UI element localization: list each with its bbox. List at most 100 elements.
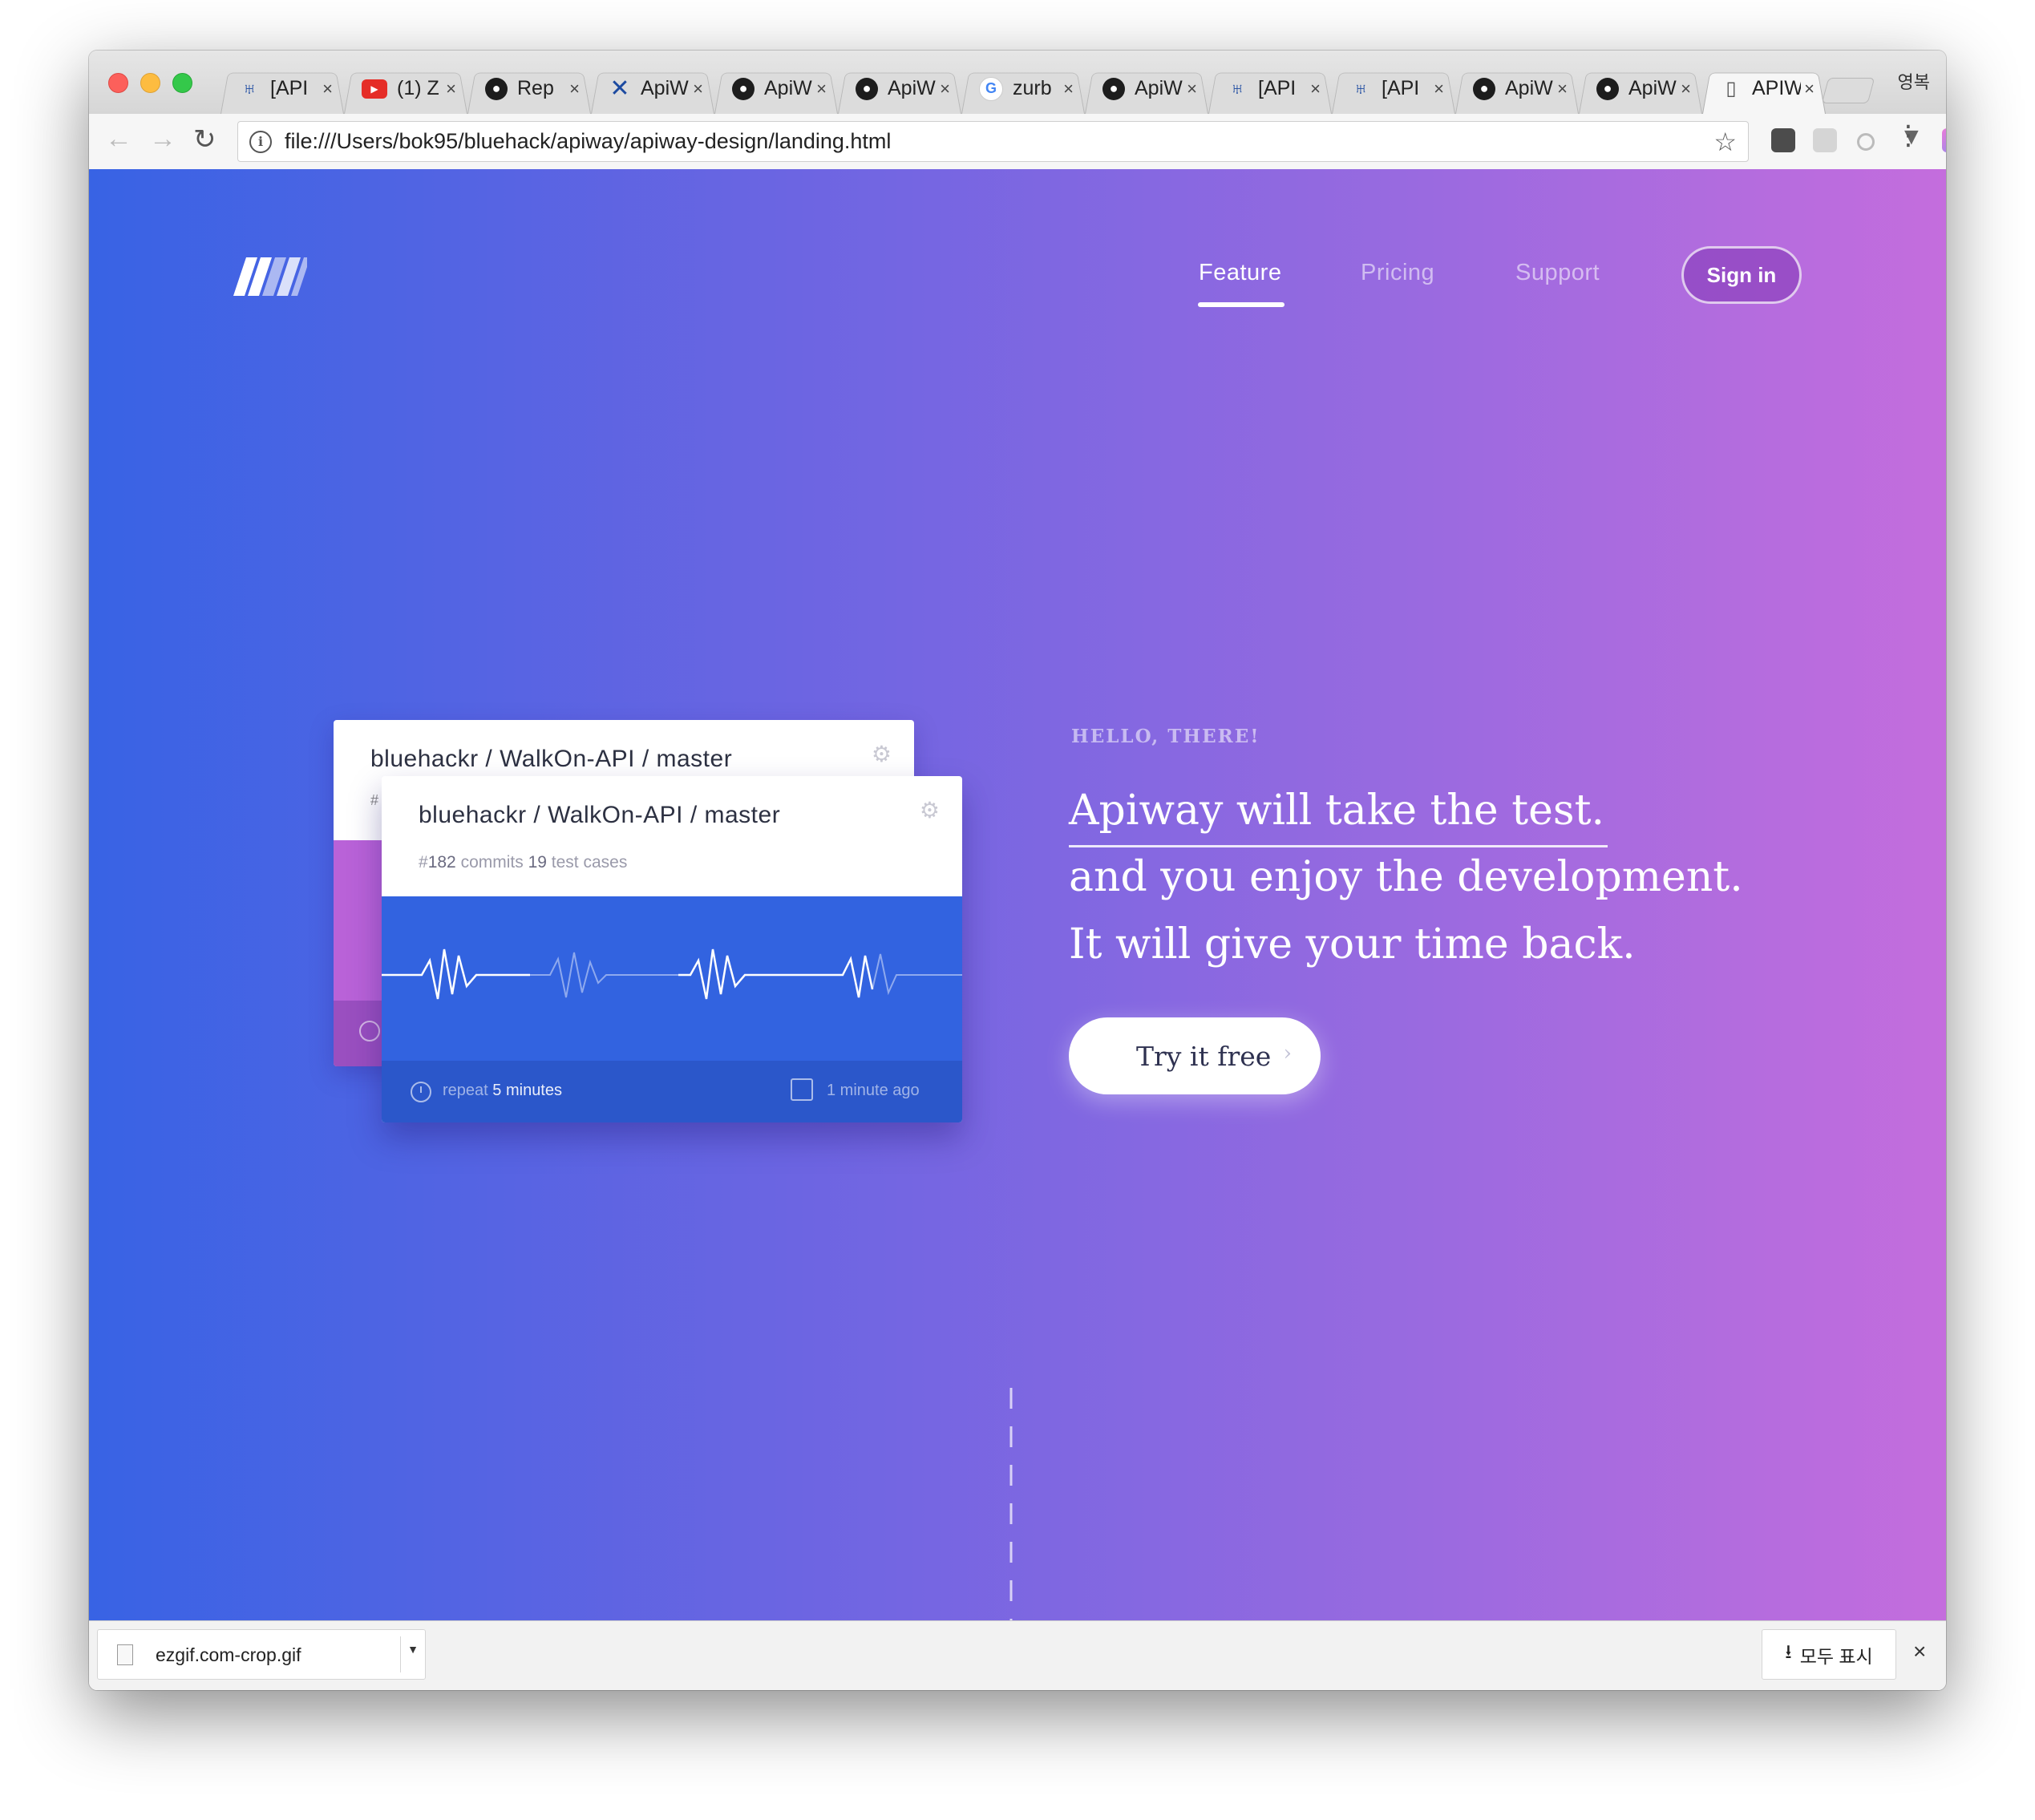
download-bar: ezgif.com-crop.gif ▼ ⭳ 모두 표시 ×	[89, 1620, 1946, 1690]
more-menu-icon[interactable]: ⋮	[1895, 122, 1922, 149]
sign-in-button[interactable]: Sign in	[1681, 246, 1802, 304]
browser-toolbar: ← → ↻ i file:///Users/bok95/bluehack/api…	[89, 114, 1946, 170]
browser-tab[interactable]: ● ApiW ×	[714, 63, 838, 114]
hero-headline-line-2: and you enjoy the development.	[1069, 853, 1743, 901]
jira-icon: ♅	[241, 76, 257, 100]
tab-close-icon[interactable]: ×	[940, 79, 950, 99]
github-icon: ●	[1473, 77, 1495, 100]
reload-icon[interactable]: ↻	[193, 123, 216, 156]
card-title: bluehackr / WalkOn-API / master	[419, 802, 781, 828]
download-item[interactable]: ezgif.com-crop.gif ▼	[97, 1629, 426, 1680]
active-nav-indicator	[1198, 302, 1285, 307]
tab-close-icon[interactable]: ×	[1804, 79, 1815, 99]
scroll-indicator	[1009, 1388, 1013, 1620]
close-download-bar-icon[interactable]: ×	[1913, 1639, 1926, 1664]
tab-title: [API	[270, 77, 309, 99]
tab-close-icon[interactable]: ×	[446, 79, 456, 99]
browser-tab[interactable]: ● ApiW ×	[838, 63, 961, 114]
profile-button[interactable]: 영복	[1898, 68, 1930, 94]
new-tab-button[interactable]	[1821, 78, 1875, 103]
nav-feature[interactable]: Feature	[1199, 260, 1281, 286]
tab-title: [API	[1382, 77, 1420, 99]
hero-eyebrow: HELLO, THERE!	[1071, 726, 1260, 747]
headline-underline	[1069, 845, 1608, 847]
test-card-front[interactable]: bluehackr / WalkOn-API / master ⚙ #182 c…	[382, 776, 962, 1122]
info-icon[interactable]: i	[249, 130, 272, 153]
nav-pricing[interactable]: Pricing	[1361, 260, 1434, 286]
try-it-free-button[interactable]: Try it free ›	[1069, 1017, 1321, 1094]
url-text[interactable]: file:///Users/bok95/bluehack/apiway/apiw…	[285, 129, 891, 154]
browser-tab[interactable]: ▶ (1) Z ×	[344, 63, 467, 114]
tab-close-icon[interactable]: ×	[1557, 79, 1568, 99]
cta-label: Try it free	[1136, 1040, 1272, 1072]
show-all-downloads-button[interactable]: ⭳ 모두 표시	[1762, 1629, 1896, 1680]
apiway-logo[interactable]	[233, 257, 307, 296]
hero-headline-line-3: It will give your time back.	[1069, 920, 1636, 969]
tab-title: ApiW	[888, 77, 936, 99]
card-title: bluehackr / WalkOn-API / master	[370, 746, 733, 772]
commit-count: 182	[427, 853, 456, 872]
close-window-button[interactable]	[108, 73, 128, 93]
extension-icon[interactable]	[1813, 128, 1837, 152]
tab-title: ApiW	[1135, 77, 1183, 99]
tab-close-icon[interactable]: ×	[1310, 79, 1321, 99]
minimize-window-button[interactable]	[140, 73, 160, 93]
github-icon: ●	[485, 77, 508, 100]
caret-down-icon[interactable]: ▼	[407, 1643, 419, 1656]
bookmark-star-icon[interactable]: ☆	[1713, 127, 1737, 157]
download-icon: ⭳	[1785, 1641, 1792, 1663]
gear-icon[interactable]: ⚙	[872, 741, 892, 767]
jira-icon: ♅	[1229, 76, 1245, 100]
clock-icon	[411, 1082, 431, 1102]
address-bar[interactable]: i file:///Users/bok95/bluehack/apiway/ap…	[237, 121, 1749, 162]
browser-tab[interactable]: ♅ [API ×	[1332, 63, 1455, 114]
tab-close-icon[interactable]: ×	[816, 79, 827, 99]
extension-icon[interactable]	[1942, 128, 1946, 152]
tab-title: ApiW	[1628, 77, 1677, 99]
chevron-right-icon: ›	[1283, 1041, 1292, 1066]
hero-headline-line-1: Apiway will take the test.	[1069, 787, 1605, 835]
browser-tab[interactable]: G zurb ×	[961, 63, 1085, 114]
evernote-extension-icon[interactable]	[1771, 128, 1795, 152]
tab-close-icon[interactable]: ×	[693, 79, 703, 99]
browser-tab[interactable]: ♅ [API ×	[1208, 63, 1332, 114]
download-file-name[interactable]: ezgif.com-crop.gif	[156, 1644, 301, 1666]
browser-tab[interactable]: ● ApiW ×	[1455, 63, 1579, 114]
browser-window: ♅ [API × ▶ (1) Z × ● Rep × ✕ ApiW × ● Ap	[89, 51, 1946, 1690]
tab-title: zurb	[1013, 77, 1052, 99]
back-arrow-icon[interactable]: ←	[105, 123, 132, 155]
zoom-window-button[interactable]	[172, 73, 192, 93]
tab-title: [API	[1258, 77, 1297, 99]
divider	[400, 1636, 401, 1672]
browser-tab[interactable]: ♅ [API ×	[220, 63, 344, 114]
search-extension-icon[interactable]	[1857, 133, 1875, 151]
forward-arrow-icon[interactable]: →	[149, 123, 176, 155]
tab-close-icon[interactable]: ×	[1187, 79, 1197, 99]
tab-close-icon[interactable]: ×	[1681, 79, 1691, 99]
browser-tab[interactable]: ● ApiW ×	[1579, 63, 1702, 114]
clock-icon	[359, 1021, 380, 1041]
document-icon: ▯	[1726, 78, 1737, 99]
calendar-icon	[791, 1078, 813, 1101]
browser-tab[interactable]: ● ApiW ×	[1085, 63, 1208, 114]
browser-tab[interactable]: ● Rep ×	[467, 63, 591, 114]
tab-close-icon[interactable]: ×	[1434, 79, 1444, 99]
tab-title: (1) Z	[397, 77, 439, 99]
tab-close-icon[interactable]: ×	[1063, 79, 1074, 99]
browser-tab[interactable]: ✕ ApiW ×	[591, 63, 714, 114]
jira-icon: ♅	[1353, 76, 1369, 100]
github-icon: ●	[732, 77, 755, 100]
gear-icon[interactable]: ⚙	[920, 797, 940, 823]
tab-title: ApiW	[1505, 77, 1553, 99]
tab-title: Rep	[517, 77, 554, 99]
nav-support[interactable]: Support	[1515, 260, 1600, 286]
tab-close-icon[interactable]: ×	[322, 79, 333, 99]
repeat-interval: repeat 5 minutes	[443, 1082, 562, 1100]
browser-tab-active[interactable]: ▯ APIW ×	[1702, 63, 1826, 114]
test-cases-label: test cases	[551, 853, 628, 872]
test-case-count: 19	[528, 853, 547, 872]
tab-close-icon[interactable]: ×	[569, 79, 580, 99]
github-icon: ●	[1596, 77, 1619, 100]
commits-label: commits	[460, 853, 524, 872]
repeat-value: 5 minutes	[492, 1082, 562, 1099]
